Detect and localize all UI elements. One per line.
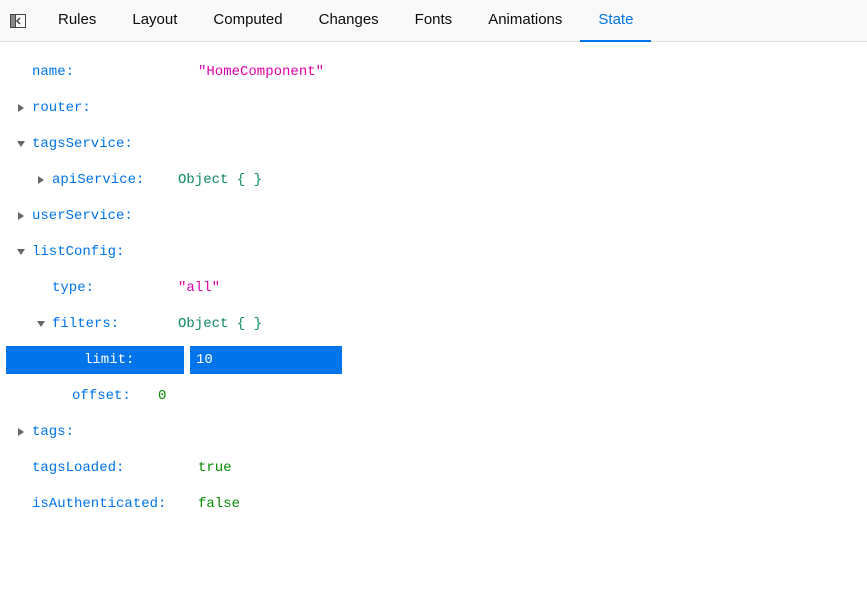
state-row-limit[interactable]: limit: 10 — [0, 342, 867, 378]
tab-list: Rules Layout Computed Changes Fonts Anim… — [40, 0, 651, 42]
chevron-right-icon — [34, 173, 48, 187]
tab-computed[interactable]: Computed — [195, 0, 300, 42]
state-key: tagsLoaded: — [32, 460, 124, 476]
state-row-type[interactable]: type: "all" — [0, 270, 867, 306]
state-value: 0 — [158, 388, 166, 404]
tab-changes[interactable]: Changes — [301, 0, 397, 42]
tab-rules[interactable]: Rules — [40, 0, 114, 42]
state-row-listConfig[interactable]: listConfig: — [0, 234, 867, 270]
state-value: true — [198, 460, 232, 476]
sidebar-toggle-button[interactable] — [8, 13, 28, 29]
state-row-tagsService[interactable]: tagsService: — [0, 126, 867, 162]
state-row-filters[interactable]: filters: Object { } — [0, 306, 867, 342]
state-key: apiService: — [52, 172, 144, 188]
state-row-tags[interactable]: tags: — [0, 414, 867, 450]
chevron-right-icon — [14, 101, 28, 115]
chevron-down-icon — [14, 137, 28, 151]
state-value: Object { } — [178, 172, 262, 188]
state-key: router: — [32, 100, 91, 116]
chevron-right-icon — [14, 425, 28, 439]
state-key: limit: — [84, 352, 134, 368]
panel-toggle-icon — [10, 14, 26, 28]
tab-fonts[interactable]: Fonts — [397, 0, 471, 42]
state-panel: name: "HomeComponent" router: tagsServic… — [0, 42, 867, 534]
state-key: name: — [32, 64, 74, 80]
state-key: type: — [52, 280, 94, 296]
tab-state[interactable]: State — [580, 0, 651, 42]
chevron-right-icon — [14, 209, 28, 223]
state-row-apiService[interactable]: apiService: Object { } — [0, 162, 867, 198]
state-key: tags: — [32, 424, 74, 440]
state-key: filters: — [52, 316, 119, 332]
tab-layout[interactable]: Layout — [114, 0, 195, 42]
tab-animations[interactable]: Animations — [470, 0, 580, 42]
state-key: listConfig: — [32, 244, 124, 260]
state-value: 10 — [190, 346, 342, 374]
state-row-isAuthenticated[interactable]: isAuthenticated: false — [0, 486, 867, 522]
state-key: isAuthenticated: — [32, 496, 166, 512]
state-value: false — [198, 496, 240, 512]
state-value: "all" — [178, 280, 220, 296]
state-row-router[interactable]: router: — [0, 90, 867, 126]
state-key: offset: — [72, 388, 131, 404]
state-row-name[interactable]: name: "HomeComponent" — [0, 54, 867, 90]
chevron-down-icon — [34, 317, 48, 331]
state-value: "HomeComponent" — [198, 64, 324, 80]
state-row-offset[interactable]: offset: 0 — [0, 378, 867, 414]
state-value: Object { } — [178, 316, 262, 332]
state-key: tagsService: — [32, 136, 133, 152]
chevron-down-icon — [14, 245, 28, 259]
devtools-tabbar: Rules Layout Computed Changes Fonts Anim… — [0, 0, 867, 42]
state-key: userService: — [32, 208, 133, 224]
state-row-userService[interactable]: userService: — [0, 198, 867, 234]
state-row-tagsLoaded[interactable]: tagsLoaded: true — [0, 450, 867, 486]
